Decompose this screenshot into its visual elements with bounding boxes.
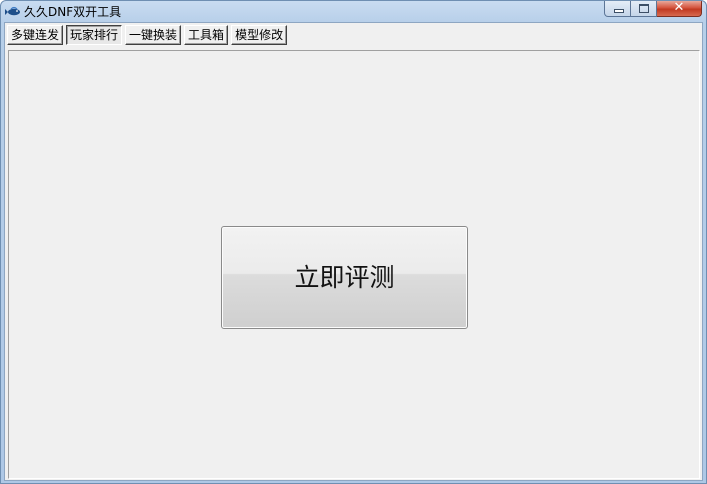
window-title: 久久DNF双开工具: [24, 5, 122, 19]
app-window: 久久DNF双开工具 ✕ 多键连发 玩家排行 一键换装 工具箱 模型修改 立即评测: [0, 0, 707, 484]
evaluate-now-button[interactable]: 立即评测: [221, 226, 468, 329]
tab-model-modify[interactable]: 模型修改: [231, 25, 288, 45]
app-fish-icon: [5, 6, 20, 16]
tab-toolbox[interactable]: 工具箱: [184, 25, 229, 45]
maximize-icon: [639, 4, 649, 13]
caption-buttons: ✕: [604, 1, 702, 18]
minimize-icon: [614, 9, 624, 13]
tab-bar: 多键连发 玩家排行 一键换装 工具箱 模型修改: [5, 25, 288, 47]
player-ranking-panel: 立即评测: [8, 50, 700, 479]
client-area: 多键连发 玩家排行 一键换装 工具箱 模型修改 立即评测: [4, 22, 703, 481]
close-button[interactable]: ✕: [657, 1, 702, 17]
close-icon: ✕: [673, 0, 685, 15]
maximize-button[interactable]: [631, 1, 657, 17]
tab-multi-key[interactable]: 多键连发: [7, 25, 64, 45]
tab-quick-equip[interactable]: 一键换装: [125, 25, 182, 45]
title-bar[interactable]: 久久DNF双开工具 ✕: [1, 1, 706, 22]
minimize-button[interactable]: [604, 1, 631, 17]
tab-player-ranking[interactable]: 玩家排行: [66, 25, 123, 45]
